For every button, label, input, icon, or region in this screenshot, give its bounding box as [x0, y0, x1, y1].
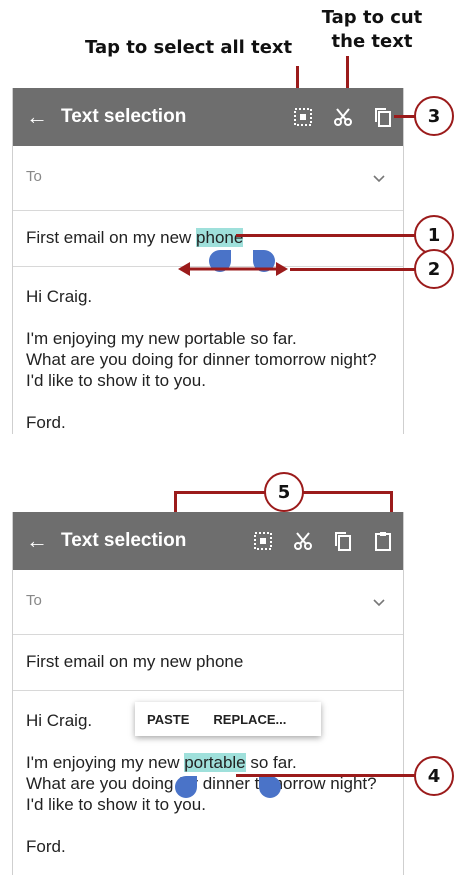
arrow-left-icon: ← — [26, 104, 48, 129]
cut-button[interactable] — [323, 97, 363, 137]
selection-handle-right[interactable] — [259, 776, 281, 798]
app-bar: ← Text selection — [13, 88, 403, 146]
chevron-down-icon[interactable] — [373, 599, 385, 607]
callout-3-line — [394, 115, 416, 118]
subject-text-plain: First email on my new — [26, 228, 197, 247]
callout-marker-2: 2 — [414, 249, 454, 289]
clipboard-icon — [375, 532, 391, 551]
selection-handle-left[interactable] — [175, 776, 197, 798]
text-context-menu: PASTE REPLACE... — [135, 702, 321, 736]
chevron-down-icon[interactable] — [373, 175, 385, 183]
callout-marker-4: 4 — [414, 756, 454, 796]
back-button[interactable]: ← — [13, 528, 61, 554]
body-line1-before: I'm enjoying my new — [26, 329, 185, 348]
select-all-icon — [254, 532, 272, 550]
paste-menu-item[interactable]: PASTE — [135, 712, 201, 727]
body-line1-after: so far. — [245, 753, 297, 772]
paste-button[interactable] — [363, 521, 403, 561]
select-all-button[interactable] — [283, 97, 323, 137]
subject-text[interactable]: First email on my new phone — [26, 228, 244, 248]
body-line3: I'd like to show it to you. — [26, 795, 206, 814]
body-signature: Ford. — [26, 837, 66, 856]
body-line1-after: so far. — [245, 329, 297, 348]
copy-button[interactable] — [323, 521, 363, 561]
body-line1-word: portable — [184, 329, 246, 348]
arrow-left-icon: ← — [26, 528, 48, 553]
scissors-icon — [294, 532, 312, 550]
body-line3: I'd like to show it to you. — [26, 371, 206, 390]
callout-marker-5: 5 — [264, 472, 304, 512]
app-bar-title: Text selection — [61, 106, 187, 127]
to-field[interactable]: To — [13, 146, 403, 211]
message-body[interactable]: Hi Craig. I'm enjoying my new portable s… — [26, 286, 396, 433]
subject-text[interactable]: First email on my new phone — [26, 652, 243, 672]
callout-1-line — [236, 234, 416, 237]
callout-cut-line2: the text — [331, 31, 413, 52]
screenshot-panel-bottom: ← Text selection To First email on my ne… — [12, 512, 404, 875]
callout-marker-3: 3 — [414, 96, 454, 136]
callout-2-line — [290, 268, 416, 271]
copy-icon — [335, 532, 351, 551]
body-line2: What are you doing for dinner tomorrow n… — [26, 350, 377, 369]
callout-cut: Tap to cut the text — [312, 6, 432, 54]
back-button[interactable]: ← — [13, 104, 61, 130]
callout-4-line — [236, 774, 416, 777]
selected-word[interactable]: portable — [184, 753, 246, 772]
body-greeting: Hi Craig. — [26, 287, 93, 306]
double-arrow-icon — [178, 262, 288, 276]
select-all-button[interactable] — [243, 521, 283, 561]
callout-select-all: Tap to select all text — [85, 37, 293, 58]
app-bar-title: Text selection — [61, 530, 187, 551]
copy-icon — [375, 108, 391, 127]
to-label: To — [26, 592, 42, 609]
app-bar: ← Text selection — [13, 512, 403, 570]
to-label: To — [26, 168, 42, 185]
to-field[interactable]: To — [13, 570, 403, 635]
body-signature: Ford. — [26, 413, 66, 432]
select-all-icon — [294, 108, 312, 126]
subject-field[interactable]: First email on my new phone — [13, 634, 403, 691]
subject-field[interactable]: First email on my new phone — [13, 210, 403, 272]
cut-button[interactable] — [283, 521, 323, 561]
selected-word[interactable]: phone — [196, 228, 244, 247]
body-line1-before: I'm enjoying my new — [26, 753, 185, 772]
replace-menu-item[interactable]: REPLACE... — [201, 712, 298, 727]
callout-cut-line1: Tap to cut — [321, 7, 423, 28]
scissors-icon — [334, 108, 352, 126]
